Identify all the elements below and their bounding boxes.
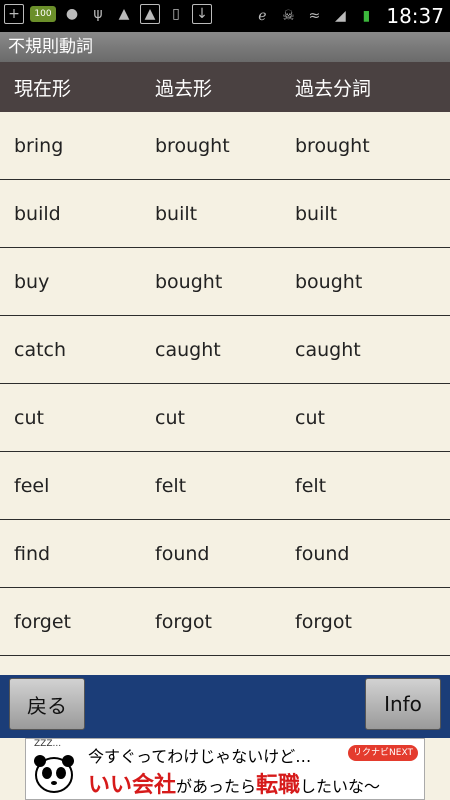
past-cell: caught <box>155 338 221 361</box>
android-debug-icon: ▲ <box>118 6 130 22</box>
present-cell: catch <box>14 338 67 361</box>
status-bar: + 100 ● ψ ▲ ▲ ▯ ↓ ℯ ☠ ≈ ◢ ▮ 18:37 <box>0 0 450 32</box>
ad-bar: ZZZ... 今すぐってわけじゃないけど… いい会社があったら転職したいな〜 リ… <box>0 738 450 800</box>
ad-text-4: したいな〜 <box>300 777 381 796</box>
usb-icon: ψ <box>93 6 103 22</box>
image-icon: ▲ <box>140 4 160 24</box>
past-cell: brought <box>155 134 230 157</box>
bluetooth-icon: ℯ <box>258 8 267 24</box>
past-cell: felt <box>155 474 187 497</box>
present-cell: build <box>14 202 61 225</box>
present-cell: find <box>14 542 51 565</box>
wifi-icon: ≈ <box>308 8 321 24</box>
present-cell: buy <box>14 270 50 293</box>
phone-icon: ▯ <box>172 6 180 22</box>
ad-banner[interactable]: ZZZ... 今すぐってわけじゃないけど… いい会社があったら転職したいな〜 リ… <box>25 738 425 800</box>
signal-icon: ◢ <box>334 8 346 24</box>
past-cell: cut <box>155 406 185 429</box>
table-header: 現在形 過去形 過去分詞 <box>0 62 450 112</box>
present-cell: cut <box>14 406 44 429</box>
panda-icon <box>34 755 74 793</box>
verb-list[interactable]: bring brought brought build built built … <box>0 112 450 675</box>
participle-cell: caught <box>295 338 361 361</box>
add-icon: + <box>4 4 24 24</box>
ad-highlight-2: 転職 <box>256 773 301 798</box>
header-past: 過去形 <box>155 77 213 100</box>
past-cell: found <box>155 542 210 565</box>
table-row[interactable]: feel felt felt <box>0 452 450 520</box>
participle-cell: felt <box>295 474 327 497</box>
present-cell: bring <box>14 134 64 157</box>
participle-cell: forgot <box>295 610 352 633</box>
present-cell: feel <box>14 474 50 497</box>
ad-brand-logo: リクナビNEXT <box>348 745 418 761</box>
header-past-participle: 過去分詞 <box>295 77 372 100</box>
download-icon: ↓ <box>192 4 212 24</box>
ad-text-2: があったら <box>176 777 257 796</box>
battery-100-icon: 100 <box>30 6 56 22</box>
info-button[interactable]: Info <box>365 678 441 730</box>
ad-highlight-1: いい会社 <box>88 773 177 798</box>
participle-cell: bought <box>295 270 363 293</box>
table-row[interactable]: find found found <box>0 520 450 588</box>
table-row[interactable]: buy bought bought <box>0 248 450 316</box>
table-row[interactable]: bring brought brought <box>0 112 450 180</box>
table-row[interactable]: forget forgot forgot <box>0 588 450 656</box>
skull-icon: ☠ <box>282 8 295 24</box>
participle-cell: cut <box>295 406 325 429</box>
participle-cell: brought <box>295 134 370 157</box>
ad-line2: いい会社があったら転職したいな〜 <box>88 767 380 799</box>
past-cell: built <box>155 202 198 225</box>
battery-icon: ▮ <box>362 8 371 24</box>
bottom-toolbar: 戻る Info <box>0 675 450 738</box>
header-present: 現在形 <box>14 77 72 100</box>
clock: 18:37 <box>386 4 444 28</box>
table-row[interactable]: catch caught caught <box>0 316 450 384</box>
android-icon: ● <box>65 6 79 22</box>
past-cell: forgot <box>155 610 212 633</box>
ad-line1: 今すぐってわけじゃないけど… <box>88 747 312 766</box>
zzz-text: ZZZ... <box>34 739 62 749</box>
app-title: 不規則動詞 <box>0 32 450 62</box>
participle-cell: found <box>295 542 350 565</box>
table-row[interactable]: cut cut cut <box>0 384 450 452</box>
table-row[interactable]: build built built <box>0 180 450 248</box>
back-button[interactable]: 戻る <box>9 678 85 730</box>
participle-cell: built <box>295 202 338 225</box>
past-cell: bought <box>155 270 223 293</box>
present-cell: forget <box>14 610 71 633</box>
